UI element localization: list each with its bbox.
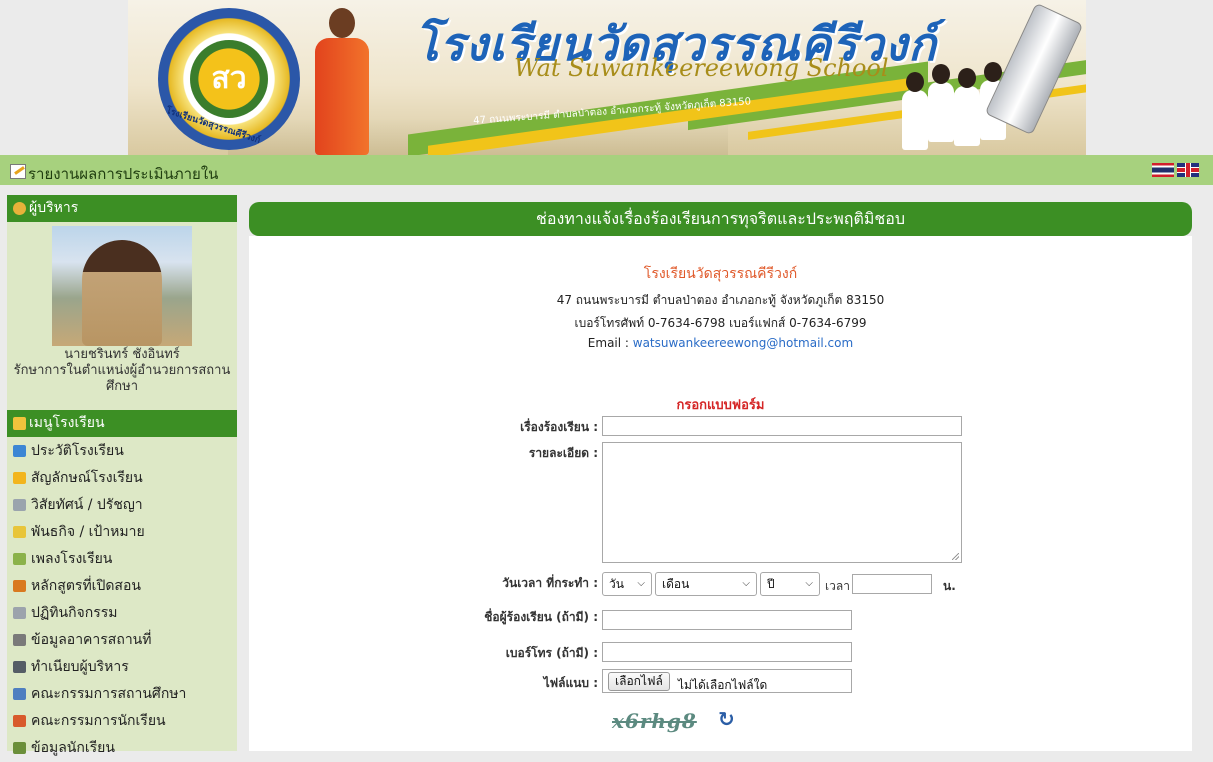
school-title-english: Wat Suwankeereewong School: [514, 54, 889, 82]
calendar-icon: [13, 607, 26, 619]
chevron-down-icon: ⌵: [637, 578, 645, 589]
day-select-value: วัน: [609, 577, 624, 591]
sidebar-item-label: คณะกรรมการนักเรียน: [31, 713, 166, 729]
choose-file-button[interactable]: เลือกไฟล์: [608, 672, 670, 691]
edit-icon: [10, 164, 26, 179]
user-icon: [13, 202, 26, 215]
person-icon: [13, 417, 26, 430]
sidebar-item-9[interactable]: คณะกรรมการสถานศึกษา: [7, 681, 237, 708]
admin-name: นายชรินทร์ ชังอินทร์: [64, 347, 180, 362]
sidebar-item-11[interactable]: ข้อมูลนักเรียน: [7, 735, 237, 762]
flag-icon: [13, 526, 26, 538]
school-phone: เบอร์โทรศัพท์ 0-7634-6798 เบอร์แฟกส์ 0-7…: [574, 316, 867, 330]
sidebar-item-0[interactable]: ประวัติโรงเรียน: [7, 438, 237, 465]
complainant-name-label: ชื่อผู้ร้องเรียน (ถ้ามี) :: [484, 610, 598, 624]
sidebar-item-label: คณะกรรมการสถานศึกษา: [31, 686, 187, 702]
uk-flag-icon[interactable]: [1177, 163, 1199, 177]
thai-flag-icon[interactable]: [1152, 163, 1174, 177]
subject-label: เรื่องร้องเรียน :: [520, 420, 598, 434]
sidebar-item-label: สัญลักษณ์โรงเรียน: [31, 470, 143, 486]
edit-icon: [13, 580, 26, 592]
captcha-image: x6rhg8: [612, 709, 697, 733]
refresh-icon[interactable]: ↻: [718, 707, 735, 731]
form-title: กรอกแบบฟอร์ม: [676, 398, 765, 413]
time-label: เวลา: [825, 579, 850, 593]
sidebar-item-7[interactable]: ข้อมูลอาคารสถานที่: [7, 627, 237, 654]
time-input[interactable]: [852, 574, 932, 594]
subject-input[interactable]: [602, 416, 962, 436]
sidebar-item-label: พันธกิจ / เป้าหมาย: [31, 524, 145, 540]
month-select-value: เดือน: [662, 577, 690, 591]
detail-label: รายละเอียด :: [528, 446, 598, 460]
monitor-icon: [13, 445, 26, 457]
time-unit: น.: [943, 579, 956, 593]
month-select[interactable]: เดือน ⌵: [655, 572, 757, 596]
sidebar-item-5[interactable]: หลักสูตรที่เปิดสอน: [7, 573, 237, 600]
sidebar-item-6[interactable]: ปฏิทินกิจกรรม: [7, 600, 237, 627]
admin-section-header: ผู้บริหาร: [7, 195, 237, 222]
graduate-icon: [13, 742, 26, 754]
admin-position: รักษาการในตำแหน่งผู้อำนวยการสถานศึกษา: [13, 363, 231, 394]
gear-icon: [13, 499, 26, 511]
sidebar-item-1[interactable]: สัญลักษณ์โรงเรียน: [7, 465, 237, 492]
sidebar-item-4[interactable]: เพลงโรงเรียน: [7, 546, 237, 573]
school-address: 47 ถนนพระบารมี ตำบลป่าตอง อำเภอกะทู้ จัง…: [556, 293, 885, 307]
year-select-value: ปี: [767, 577, 775, 591]
sidebar-item-2[interactable]: วิสัยทัศน์ / ปรัชญา: [7, 492, 237, 519]
detail-textarea[interactable]: [602, 442, 962, 563]
admin-caption: นายชรินทร์ ชังอินทร์ รักษาการในตำแหน่งผู…: [7, 347, 237, 395]
sidebar-item-label: วิสัยทัศน์ / ปรัชญา: [31, 497, 143, 513]
sidebar-item-3[interactable]: พันธกิจ / เป้าหมาย: [7, 519, 237, 546]
year-select[interactable]: ปี ⌵: [760, 572, 820, 596]
attachment-label: ไฟล์แนบ :: [543, 676, 598, 690]
phone-input[interactable]: [602, 642, 852, 662]
athlete-photo: [311, 8, 373, 155]
school-menu: ประวัติโรงเรียนสัญลักษณ์โรงเรียนวิสัยทัศ…: [7, 438, 237, 762]
group-icon: [13, 688, 26, 700]
admin-photo: [52, 226, 192, 346]
sidebar-item-label: ปฏิทินกิจกรรม: [31, 605, 118, 621]
email-label: Email :: [587, 336, 633, 350]
chevron-down-icon: ⌵: [742, 578, 750, 589]
sidebar-item-label: เพลงโรงเรียน: [31, 551, 113, 567]
day-select[interactable]: วัน ⌵: [602, 572, 652, 596]
banner-image: สว โรงเรียนวัดสุวรรณคีรีวงก์ โรงเรียนวัด…: [128, 0, 1086, 155]
sidebar-item-label: ทำเนียบผู้บริหาร: [31, 659, 129, 675]
user-icon: [13, 661, 26, 673]
sidebar-item-label: หลักสูตรที่เปิดสอน: [31, 578, 141, 594]
school-menu-header: เมนูโรงเรียน: [7, 410, 237, 437]
school-name: โรงเรียนวัดสุวรรณคีรีวงก์: [643, 266, 798, 282]
datetime-label: วันเวลา ที่กระทำ :: [502, 576, 598, 590]
page-title: ช่องทางแจ้งเรื่องร้องเรียนการทุจริตและปร…: [249, 202, 1192, 236]
complainant-name-input[interactable]: [602, 610, 852, 630]
email-link[interactable]: watsuwankeereewong@hotmail.com: [633, 336, 853, 350]
star-icon: [13, 472, 26, 484]
sidebar-item-label: ข้อมูลอาคารสถานที่: [31, 632, 152, 648]
chevron-down-icon: ⌵: [805, 578, 813, 589]
internal-assessment-link[interactable]: รายงานผลการประเมินภายใน: [28, 162, 218, 186]
header-banner: สว โรงเรียนวัดสุวรรณคีรีวงก์ โรงเรียนวัด…: [0, 0, 1213, 155]
sidebar-item-10[interactable]: คณะกรรมการนักเรียน: [7, 708, 237, 735]
sidebar-item-label: ประวัติโรงเรียน: [31, 443, 124, 459]
home-icon: [13, 634, 26, 646]
sidebar-item-label: ข้อมูลนักเรียน: [31, 740, 115, 756]
file-status: ไม่ได้เลือกไฟล์ใด: [678, 678, 768, 692]
group-icon: [13, 715, 26, 727]
school-email-line: Email : watsuwankeereewong@hotmail.com: [249, 336, 1192, 350]
sidebar-item-8[interactable]: ทำเนียบผู้บริหาร: [7, 654, 237, 681]
school-logo-emblem: สว: [190, 40, 268, 118]
image-icon: [13, 553, 26, 565]
phone-label: เบอร์โทร (ถ้ามี) :: [505, 646, 598, 660]
resize-handle-icon[interactable]: [952, 553, 959, 560]
